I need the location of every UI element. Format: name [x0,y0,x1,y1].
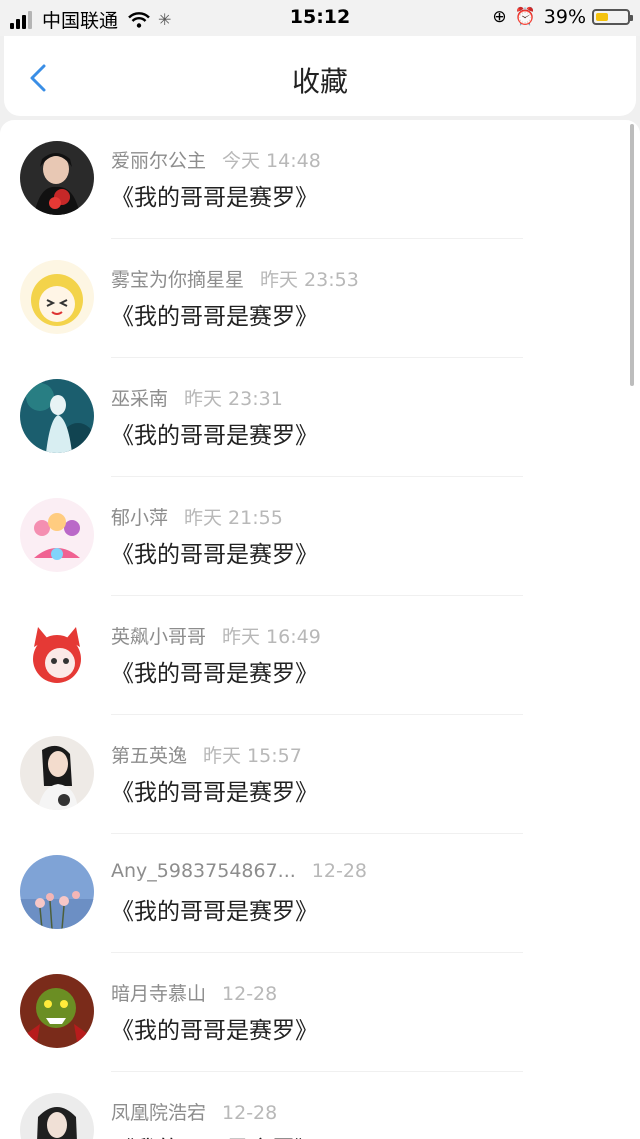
avatar[interactable] [20,736,94,810]
book-title[interactable]: 《我的哥哥是赛罗》 [111,773,318,807]
timestamp: 12-28 [222,983,278,1005]
status-right: ⊕ ⏰ 39% [492,6,633,28]
list-item[interactable]: 英飙小哥哥 昨天 16:49 《我的哥哥是赛罗》 [0,596,640,715]
timestamp: 12-28 [311,860,368,882]
list-item[interactable]: Any_5983754867... 12-28 《我的哥哥是赛罗》 [0,834,640,953]
timestamp: 昨天 16:49 [222,626,321,648]
username[interactable]: Any_5983754867... [111,860,296,882]
list-item[interactable]: 巫采南 昨天 23:31 《我的哥哥是赛罗》 [0,358,640,477]
book-title[interactable]: 《我的哥哥是赛罗》 [111,178,318,212]
avatar[interactable] [20,260,94,334]
username[interactable]: 爱丽尔公主 [111,150,206,172]
book-title[interactable]: 《我的哥哥是赛罗》 [111,1011,318,1045]
list-item[interactable]: 凤凰院浩宕 12-28 《我的哥哥是赛罗》 [0,1072,640,1139]
timestamp: 昨天 15:57 [203,745,302,767]
book-title[interactable]: 《我的哥哥是赛罗》 [111,416,318,450]
battery-percent: 39% [543,6,586,28]
username[interactable]: 暗月寺慕山 [111,983,206,1005]
book-title[interactable]: 《我的哥哥是赛罗》 [111,297,318,331]
list-item[interactable]: 爱丽尔公主 今天 14:48 《我的哥哥是赛罗》 [0,120,640,239]
list-item[interactable]: 雾宝为你摘星星 昨天 23:53 《我的哥哥是赛罗》 [0,239,640,358]
timestamp: 12-28 [222,1102,278,1124]
username[interactable]: 凤凰院浩宕 [111,1102,206,1124]
username[interactable]: 英飙小哥哥 [111,626,206,648]
username[interactable]: 郁小萍 [111,507,168,529]
avatar[interactable] [20,974,94,1048]
avatar[interactable] [20,141,94,215]
list-item[interactable]: 第五英逸 昨天 15:57 《我的哥哥是赛罗》 [0,715,640,834]
battery-fill [596,13,608,21]
book-title[interactable]: 《我的哥哥是赛罗》 [111,892,318,926]
list-item[interactable]: 暗月寺慕山 12-28 《我的哥哥是赛罗》 [0,953,640,1072]
avatar[interactable] [20,855,94,929]
avatar[interactable] [20,379,94,453]
page-title: 收藏 [291,65,348,98]
username[interactable]: 雾宝为你摘星星 [111,269,244,291]
avatar[interactable] [20,1093,94,1139]
book-title[interactable]: 《我的哥哥是赛罗》 [111,654,318,688]
orientation-lock-icon: ⊕ [492,7,507,27]
timestamp: 今天 14:48 [222,150,321,172]
username[interactable]: 巫采南 [111,388,168,410]
timestamp: 昨天 23:53 [260,269,359,291]
book-title[interactable]: 《我的哥哥是赛罗》 [111,535,318,569]
avatar[interactable] [20,498,94,572]
alarm-icon: ⏰ [514,7,536,27]
favorites-list[interactable]: 爱丽尔公主 今天 14:48 《我的哥哥是赛罗》 雾宝为你摘星星 昨天 23:53 … [0,120,640,1139]
timestamp: 昨天 23:31 [184,388,283,410]
list-item[interactable]: 郁小萍 昨天 21:55 《我的哥哥是赛罗》 [0,477,640,596]
nav-bar: 收藏 [4,36,636,116]
username[interactable]: 第五英逸 [111,745,187,767]
timestamp: 昨天 21:55 [184,507,283,529]
book-title[interactable]: 《我的哥哥是赛罗》 [111,1130,318,1139]
status-bar: 中国联通 ✳ 15:12 ⊕ ⏰ 39% [0,0,640,36]
battery-icon [592,9,633,25]
avatar[interactable] [20,617,94,691]
